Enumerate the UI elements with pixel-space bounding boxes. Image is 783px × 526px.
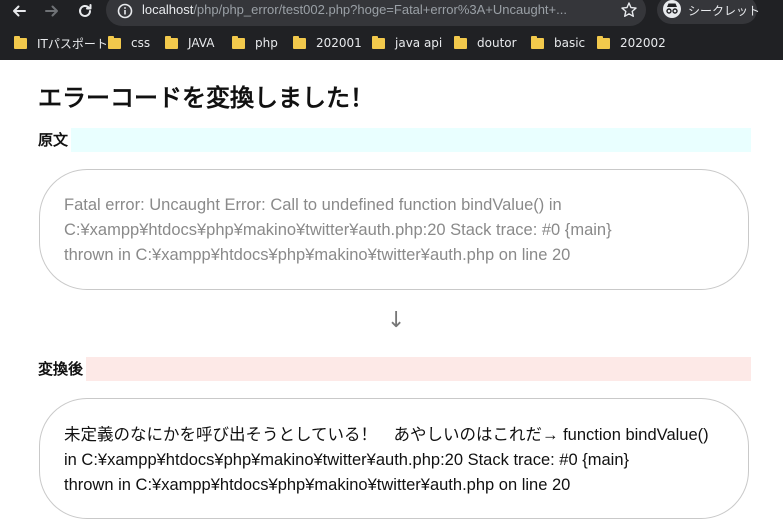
bookmark-java[interactable]: JAVA xyxy=(165,34,214,52)
incognito-label: シークレット xyxy=(688,4,761,18)
converted-heading: 変換後 xyxy=(38,357,751,381)
bookmark-label: css xyxy=(131,36,151,50)
page-title: エラーコードを変換しました！ xyxy=(38,84,374,112)
original-line: thrown in C:¥xampp¥htdocs¥php¥makino¥twi… xyxy=(64,246,571,264)
folder-icon xyxy=(14,35,27,49)
bookmark-label: php xyxy=(255,36,278,50)
bookmark-label: basic xyxy=(554,36,586,50)
bookmark-itpassport[interactable]: ITパスポート xyxy=(14,34,108,52)
folder-icon xyxy=(293,35,306,49)
bookmark-php[interactable]: php xyxy=(232,34,278,52)
bookmark-label: java api xyxy=(395,36,443,50)
bookmark-202002[interactable]: 202002 xyxy=(597,34,666,52)
bookmark-label: ITパスポート xyxy=(37,36,108,51)
folder-icon xyxy=(108,35,121,49)
original-error-box: Fatal error: Uncaught Error: Call to und… xyxy=(39,169,749,290)
original-line: Fatal error: Uncaught Error: Call to und… xyxy=(64,196,562,214)
folder-icon xyxy=(531,35,544,49)
folder-icon xyxy=(165,35,178,49)
original-line: C:¥xampp¥htdocs¥php¥makino¥twitter¥auth.… xyxy=(64,221,612,239)
forward-arrow-icon[interactable] xyxy=(41,0,63,22)
bookmark-java-api[interactable]: java api xyxy=(372,34,442,52)
folder-icon xyxy=(372,35,385,49)
bookmark-label: 202001 xyxy=(316,36,362,50)
bookmark-css[interactable]: css xyxy=(108,34,150,52)
original-heading: 原文 xyxy=(38,128,751,152)
bookmark-basic[interactable]: basic xyxy=(531,34,585,52)
folder-icon xyxy=(454,35,467,49)
converted-line: in C:¥xampp¥htdocs¥php¥makino¥twitter¥au… xyxy=(64,451,630,469)
folder-icon xyxy=(232,35,245,49)
navigation-row: localhost/php/php_error/test002.php?hoge… xyxy=(0,0,783,26)
browser-chrome: localhost/php/php_error/test002.php?hoge… xyxy=(0,0,783,60)
bookmark-label: 202002 xyxy=(620,36,666,50)
bookmark-label: JAVA xyxy=(188,36,215,50)
bookmark-202001[interactable]: 202001 xyxy=(293,34,362,52)
url-host: localhost xyxy=(142,2,194,17)
reload-icon[interactable] xyxy=(74,0,96,22)
url-text[interactable]: localhost/php/php_error/test002.php?hoge… xyxy=(142,2,567,17)
star-icon[interactable] xyxy=(620,1,638,23)
converted-line: 未定義のなにかを呼び出そうとしている！ あやしいのはこれだ→ function … xyxy=(64,426,709,444)
incognito-icon xyxy=(662,0,682,23)
converted-error-box: 未定義のなにかを呼び出そうとしている！ あやしいのはこれだ→ function … xyxy=(39,398,749,519)
converted-line: thrown in C:¥xampp¥htdocs¥php¥makino¥twi… xyxy=(64,476,571,494)
bookmark-doutor[interactable]: doutor xyxy=(454,34,517,52)
folder-icon xyxy=(597,35,610,49)
back-arrow-icon[interactable] xyxy=(8,0,30,22)
down-arrow-icon: ↓ xyxy=(387,308,406,333)
info-icon[interactable] xyxy=(117,3,133,23)
bookmark-label: doutor xyxy=(477,36,517,50)
url-path: /php/php_error/test002.php?hoge=Fatal+er… xyxy=(193,2,567,17)
